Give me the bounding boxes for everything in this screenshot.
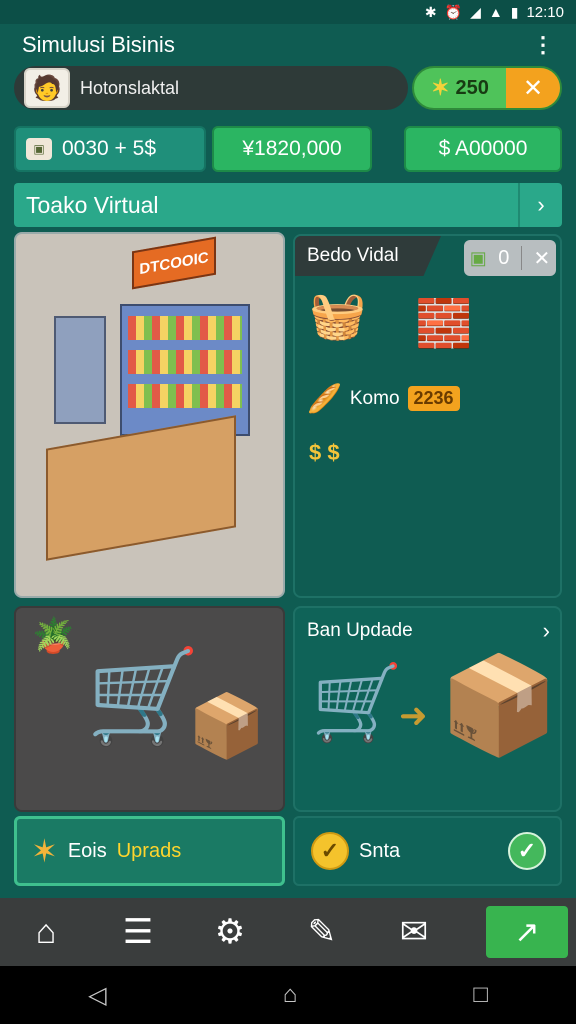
stat-wallet-label: 0030 + 5$ <box>62 137 157 160</box>
stat-dollar[interactable]: $ A00000 <box>404 126 562 172</box>
box-icon: 📦 <box>188 692 266 761</box>
check-circle-icon: ✓ <box>508 832 546 870</box>
info-control-text: 0 <box>498 246 510 269</box>
clipboard-icon[interactable]: ☰ <box>92 898 184 966</box>
battery-icon: ▮ <box>510 3 519 20</box>
wallet-icon: ▣ <box>26 138 52 160</box>
store-label: Toako Virtual <box>26 191 159 218</box>
edit-icon[interactable]: ✎ <box>276 898 368 966</box>
shopping-cart-icon: 🛒 <box>311 661 404 744</box>
bluetooth-icon: ✱ <box>424 3 437 20</box>
currency-value-area: ✶ 250 <box>414 68 506 108</box>
stacked-goods-icon: 🧱 <box>415 297 473 349</box>
plant-icon: 🪴 <box>32 617 75 655</box>
fridge-shelf <box>54 316 106 424</box>
arrow-right-icon: ➜ <box>399 697 428 735</box>
info-panel: Bedo Vidal ▣ 0 ✕ 🧺 🧱 🥖 Komo 2236 $ $ <box>293 234 562 598</box>
info-controls[interactable]: ▣ 0 ✕ <box>464 240 556 276</box>
item-row: 🥖 Komo 2236 <box>307 382 460 415</box>
mail-icon[interactable]: ✉ <box>368 898 460 966</box>
item-label: Komo <box>349 387 400 409</box>
upgrade-panel[interactable]: Ban Updade › 🛒 ➜ 📦 <box>293 606 562 812</box>
bonus-upgrade-button[interactable]: ✶ Eois Uprads <box>14 816 285 886</box>
box-icon: 📦 <box>439 652 559 759</box>
more-vert-icon[interactable]: ⋮ <box>532 34 554 56</box>
profile-row: 🧑 Hotonslaktal ✶ 250 ✕ <box>14 66 562 112</box>
vegetable-basket-icon: 🧺 <box>309 289 367 341</box>
settings-icon[interactable]: ⚙ <box>184 898 276 966</box>
store-scene[interactable]: DTCOOIC <box>14 232 285 598</box>
wifi-icon: ◢ <box>470 3 481 20</box>
item-badge: 2236 <box>407 386 460 411</box>
profile-card[interactable]: 🧑 Hotonslaktal <box>14 66 408 110</box>
status-bar: ✱ ⏰ ◢ ▲ ▮ 12:10 <box>0 0 576 24</box>
profile-name: Hotonslaktal <box>80 77 180 98</box>
shelf-row <box>128 384 242 408</box>
money-indicator: $ $ <box>309 440 340 465</box>
sparkle-icon: ✶ <box>31 833 58 869</box>
bonus-prefix: Eois <box>67 839 107 862</box>
checkout-counter <box>46 415 236 561</box>
package-icon: ▣ <box>469 247 487 268</box>
store-bar[interactable]: Toako Virtual › <box>14 183 562 227</box>
sparkle-icon: ✶ <box>431 75 450 100</box>
status-button[interactable]: ✓ Snta ✓ <box>293 816 562 886</box>
home-icon[interactable]: ⌂ <box>283 981 298 1009</box>
stat-wallet[interactable]: ▣ 0030 + 5$ <box>14 126 206 172</box>
alarm-icon: ⏰ <box>444 3 463 20</box>
cart-scene[interactable]: 🪴 🛒 📦 <box>14 606 285 812</box>
signal-icon: ▲ <box>488 4 503 20</box>
recent-apps-icon[interactable]: □ <box>473 981 488 1009</box>
bottom-nav: ⌂ ☰ ⚙ ✎ ✉ ↗ <box>0 898 576 966</box>
close-icon[interactable]: ✕ <box>533 246 550 271</box>
system-nav: ◁ ⌂ □ <box>0 966 576 1024</box>
avatar-icon[interactable]: 🧑 <box>24 68 70 108</box>
trend-icon[interactable]: ↗ <box>486 906 568 958</box>
status-time: 12:10 <box>526 3 564 21</box>
chevron-right-icon[interactable]: › <box>518 183 562 227</box>
app-title: Simulusi Bisinis <box>22 32 175 57</box>
upgrade-title: Ban Updade <box>307 620 413 641</box>
chevron-right-icon[interactable]: › <box>543 618 550 644</box>
currency-value: 250 <box>455 76 489 99</box>
stat-yen[interactable]: ¥1820,000 <box>212 126 372 172</box>
check-circle-icon: ✓ <box>311 832 349 870</box>
divider <box>520 246 522 270</box>
info-title: Bedo Vidal <box>295 236 441 276</box>
bonus-accent: Uprads <box>116 839 182 862</box>
shelf-row <box>128 350 242 374</box>
stats-row: ▣ 0030 + 5$ ¥1820,000 $ A00000 <box>14 126 562 174</box>
shopping-cart-icon: 🛒 <box>86 646 201 748</box>
currency-pill[interactable]: ✶ 250 ✕ <box>412 66 562 110</box>
status-label: Snta <box>359 839 401 862</box>
home-icon[interactable]: ⌂ <box>0 898 92 966</box>
shelf-row <box>128 316 242 340</box>
item-icon: 🥖 <box>307 383 342 414</box>
app-bar: Simulusi Bisinis ⋮ <box>0 24 576 66</box>
close-icon[interactable]: ✕ <box>506 68 560 108</box>
store-sign: DTCOOIC <box>132 236 216 290</box>
back-icon[interactable]: ◁ <box>88 981 106 1010</box>
